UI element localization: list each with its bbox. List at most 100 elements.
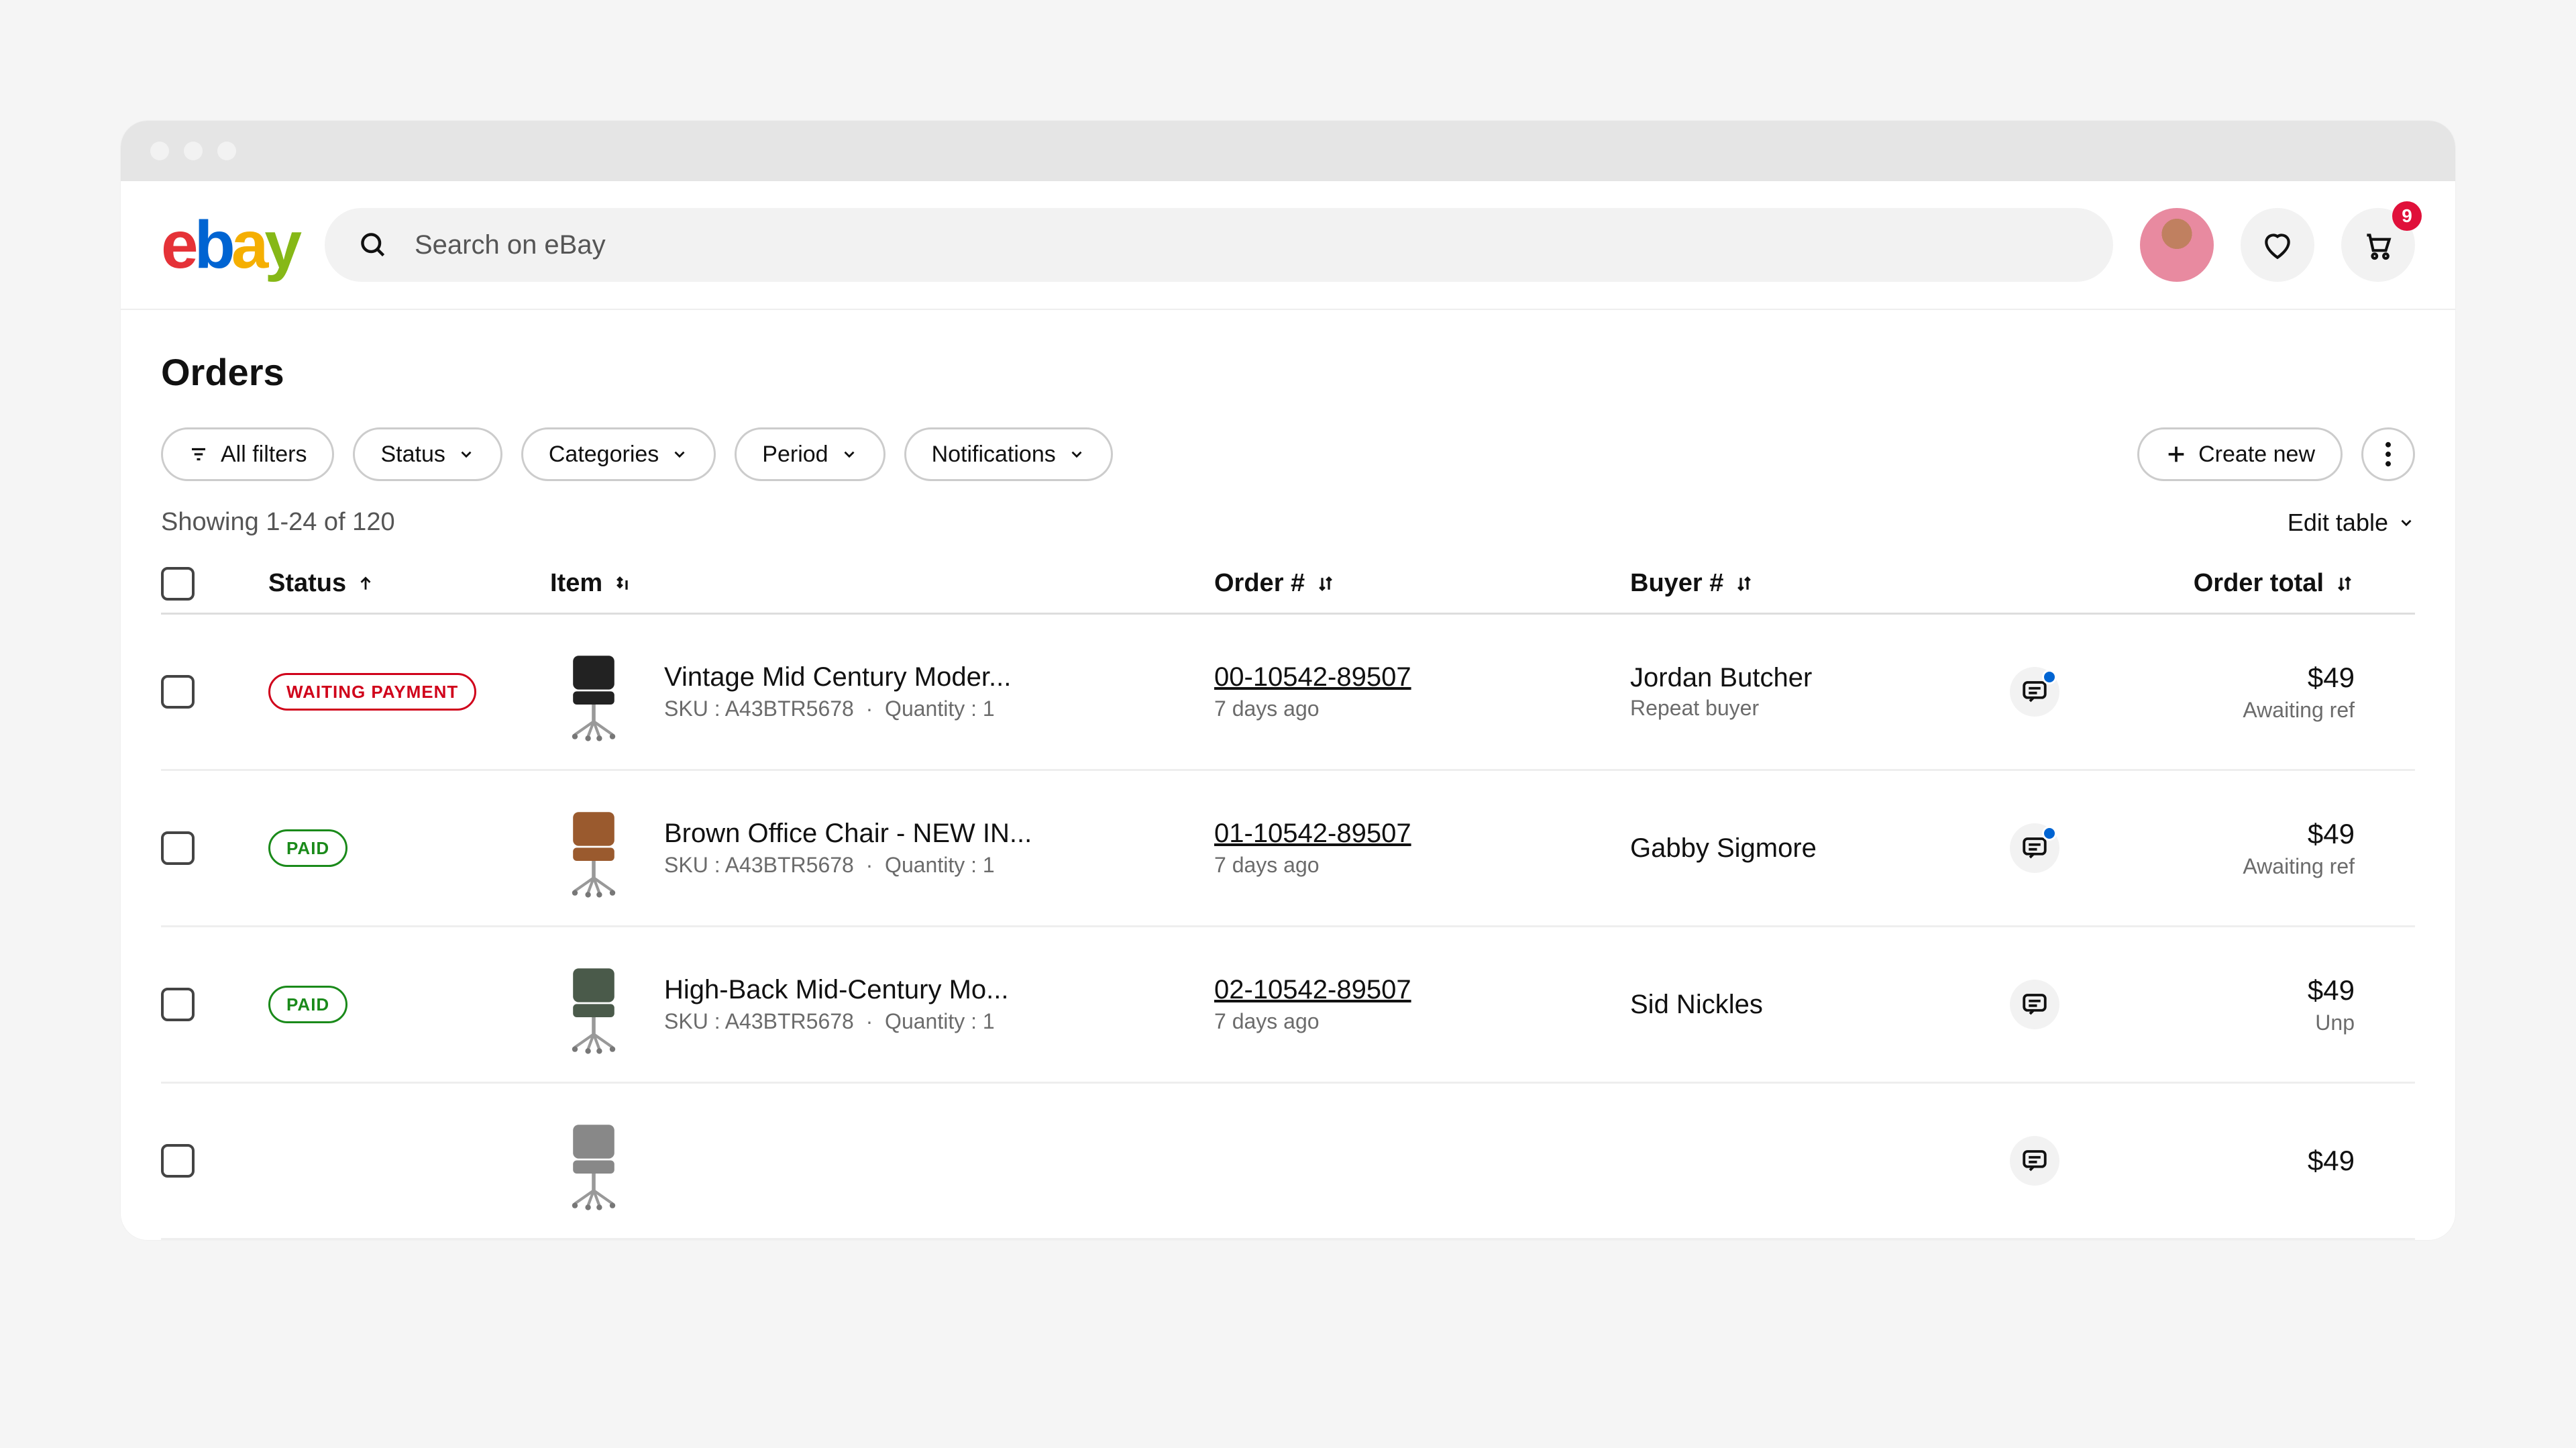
buyer-name[interactable]: Jordan Butcher — [1630, 663, 1812, 693]
notification-dot — [2042, 670, 2057, 684]
table-row: WAITING PAYMENT Vintage Mid Century Mode… — [161, 615, 2415, 771]
column-item-label: Item — [550, 569, 602, 598]
edit-table-button[interactable]: Edit table — [2288, 509, 2415, 537]
sort-icon — [613, 574, 633, 594]
create-new-button[interactable]: Create new — [2137, 427, 2343, 481]
table-row: PAID High-Back Mid-Century Mo... SKU : A… — [161, 927, 2415, 1084]
table-header: Status Item Order # Buyer # — [161, 554, 2415, 615]
browser-window: ebay 9 Orders — [121, 121, 2455, 1240]
sort-icon — [1316, 574, 1336, 594]
categories-filter-label: Categories — [549, 442, 659, 468]
order-number-link[interactable]: 02-10542-89507 — [1214, 975, 1630, 1005]
order-age: 7 days ago — [1214, 1009, 1630, 1034]
all-filters-label: All filters — [221, 442, 307, 468]
notification-dot — [2042, 826, 2057, 841]
status-filter-label: Status — [380, 442, 445, 468]
cart-badge: 9 — [2392, 201, 2422, 231]
kebab-icon — [2385, 442, 2392, 467]
order-total: $49 — [2059, 1145, 2355, 1177]
order-total: $49 — [2059, 974, 2355, 1006]
window-minimize-dot[interactable] — [184, 142, 203, 160]
results-meta: Showing 1-24 of 120 Edit table — [161, 508, 2415, 537]
buyer-sub: Repeat buyer — [1630, 696, 1812, 721]
heart-icon — [2261, 228, 2294, 262]
sort-icon — [2334, 574, 2355, 594]
showing-count: Showing 1-24 of 120 — [161, 508, 395, 537]
item-title[interactable]: Brown Office Chair - NEW IN... — [664, 819, 1032, 849]
chevron-down-icon — [841, 446, 858, 463]
sort-icon — [1734, 574, 1754, 594]
chevron-down-icon — [1068, 446, 1085, 463]
order-total: $49 — [2059, 818, 2355, 850]
browser-titlebar — [121, 121, 2455, 181]
order-number-link[interactable]: 01-10542-89507 — [1214, 819, 1630, 849]
column-status[interactable]: Status — [268, 569, 550, 598]
row-checkbox[interactable] — [161, 675, 195, 709]
status-badge-paid: PAID — [268, 829, 347, 867]
row-checkbox[interactable] — [161, 1144, 195, 1178]
column-status-label: Status — [268, 569, 346, 598]
order-age: 7 days ago — [1214, 696, 1630, 721]
item-thumbnail[interactable] — [550, 1110, 637, 1211]
item-sku-line: SKU : A43BTR5678 · Quantity : 1 — [664, 696, 1011, 721]
period-filter-label: Period — [762, 442, 828, 468]
more-actions-button[interactable] — [2361, 427, 2415, 481]
column-order[interactable]: Order # — [1214, 569, 1630, 598]
order-total: $49 — [2059, 662, 2355, 694]
page-title: Orders — [161, 350, 2415, 394]
status-badge-waiting: WAITING PAYMENT — [268, 673, 476, 711]
item-title[interactable]: High-Back Mid-Century Mo... — [664, 975, 1008, 1005]
item-thumbnail[interactable] — [550, 954, 637, 1055]
plus-icon — [2165, 443, 2188, 466]
column-item[interactable]: Item — [550, 569, 1214, 598]
buyer-name[interactable]: Gabby Sigmore — [1630, 833, 1817, 864]
table-row: PAID Brown Office Chair - NEW IN... SKU … — [161, 771, 2415, 927]
favorites-button[interactable] — [2241, 208, 2314, 282]
window-close-dot[interactable] — [150, 142, 169, 160]
row-checkbox[interactable] — [161, 831, 195, 865]
all-filters-button[interactable]: All filters — [161, 427, 334, 481]
item-thumbnail[interactable] — [550, 798, 637, 898]
notifications-filter-label: Notifications — [932, 442, 1056, 468]
column-order-total-label: Order total — [2194, 569, 2324, 598]
select-all-checkbox[interactable] — [161, 567, 195, 601]
row-checkbox[interactable] — [161, 988, 195, 1021]
order-number-link[interactable]: 00-10542-89507 — [1214, 662, 1630, 692]
message-buyer-button[interactable] — [2010, 823, 2059, 873]
notifications-filter[interactable]: Notifications — [904, 427, 1113, 481]
filter-icon — [189, 444, 209, 464]
window-maximize-dot[interactable] — [217, 142, 236, 160]
item-title[interactable]: Vintage Mid Century Moder... — [664, 662, 1011, 692]
buyer-name[interactable]: Sid Nickles — [1630, 990, 1763, 1020]
column-buyer-label: Buyer # — [1630, 569, 1723, 598]
search-bar[interactable] — [325, 208, 2113, 282]
order-total-sub: Awaiting ref — [2059, 698, 2355, 723]
order-age: 7 days ago — [1214, 853, 1630, 878]
edit-table-label: Edit table — [2288, 509, 2388, 537]
item-sku-line: SKU : A43BTR5678 · Quantity : 1 — [664, 853, 1032, 878]
table-row: $49 — [161, 1084, 2415, 1240]
column-buyer[interactable]: Buyer # — [1630, 569, 2059, 598]
search-input[interactable] — [415, 230, 2080, 260]
search-icon — [358, 230, 388, 260]
create-new-label: Create new — [2198, 442, 2315, 468]
message-buyer-button[interactable] — [2010, 980, 2059, 1029]
status-badge-paid: PAID — [268, 986, 347, 1023]
message-buyer-button[interactable] — [2010, 667, 2059, 717]
status-filter[interactable]: Status — [353, 427, 502, 481]
avatar[interactable] — [2140, 208, 2214, 282]
chevron-down-icon — [2398, 514, 2415, 531]
column-order-total[interactable]: Order total — [2059, 569, 2355, 598]
ebay-logo[interactable]: ebay — [161, 211, 298, 278]
column-order-label: Order # — [1214, 569, 1305, 598]
chevron-down-icon — [458, 446, 475, 463]
cart-button[interactable]: 9 — [2341, 208, 2415, 282]
period-filter[interactable]: Period — [735, 427, 885, 481]
order-total-sub: Unp — [2059, 1011, 2355, 1035]
filter-bar: All filters Status Categories Period Not… — [161, 427, 2415, 481]
message-buyer-button[interactable] — [2010, 1136, 2059, 1186]
categories-filter[interactable]: Categories — [521, 427, 716, 481]
order-total-sub: Awaiting ref — [2059, 854, 2355, 879]
app-header: ebay 9 — [121, 181, 2455, 310]
item-thumbnail[interactable] — [550, 641, 637, 742]
